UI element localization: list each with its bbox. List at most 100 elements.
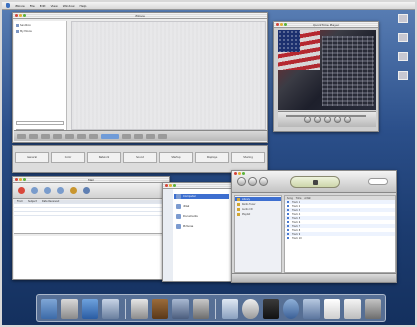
tool-button-9[interactable] bbox=[134, 133, 143, 139]
stop-icon[interactable] bbox=[323, 116, 331, 123]
reply-icon[interactable] bbox=[31, 187, 38, 194]
compose-icon[interactable] bbox=[70, 187, 77, 194]
mail-titlebar[interactable]: Mail bbox=[13, 177, 169, 183]
rewind-icon[interactable] bbox=[303, 116, 311, 123]
menu-view[interactable]: View bbox=[51, 4, 58, 8]
video-scrubber[interactable] bbox=[286, 115, 366, 117]
finder-item-computer[interactable]: Computer bbox=[174, 194, 229, 199]
pref-cell-sharing[interactable]: Sharing bbox=[231, 152, 265, 163]
column-artist[interactable]: Artist bbox=[304, 197, 310, 200]
pref-cell-network[interactable]: Network bbox=[87, 152, 121, 163]
menu-file[interactable]: File bbox=[30, 4, 35, 8]
tool-button-7[interactable] bbox=[89, 133, 98, 139]
tool-button-6[interactable] bbox=[77, 133, 86, 139]
next-icon[interactable] bbox=[259, 177, 268, 186]
apple-menu-icon[interactable] bbox=[6, 3, 10, 8]
tool-button-active[interactable] bbox=[101, 133, 119, 139]
zoom-icon[interactable] bbox=[173, 184, 176, 187]
forward-icon[interactable] bbox=[57, 187, 64, 194]
pref-cell-sound[interactable]: Sound bbox=[123, 152, 157, 163]
fast-forward-icon[interactable] bbox=[333, 116, 341, 123]
play-icon[interactable] bbox=[313, 116, 321, 123]
globe-icon[interactable] bbox=[283, 299, 300, 319]
column-subject[interactable]: Subject bbox=[28, 200, 37, 203]
checkbox-icon[interactable] bbox=[287, 213, 289, 215]
previous-icon[interactable] bbox=[237, 177, 246, 186]
disk-icon[interactable] bbox=[398, 33, 408, 42]
search-input[interactable] bbox=[368, 178, 388, 185]
folder-icon[interactable] bbox=[344, 299, 361, 319]
column-song[interactable]: Song bbox=[287, 197, 293, 200]
delete-icon[interactable] bbox=[18, 187, 25, 194]
close-icon[interactable] bbox=[165, 184, 168, 187]
doc-icon[interactable] bbox=[323, 299, 341, 319]
checkbox-icon[interactable] bbox=[287, 201, 289, 203]
tool-button-2[interactable] bbox=[29, 133, 38, 139]
imovie-icon[interactable] bbox=[131, 299, 148, 319]
tool-button-8[interactable] bbox=[122, 133, 131, 139]
tool-button-1[interactable] bbox=[17, 133, 26, 139]
zoom-icon[interactable] bbox=[242, 172, 245, 175]
mailbox-icon[interactable] bbox=[83, 187, 90, 194]
checkbox-icon[interactable] bbox=[287, 225, 289, 227]
checkbox-icon[interactable] bbox=[287, 221, 289, 223]
checkbox-icon[interactable] bbox=[287, 209, 289, 211]
tool-button-11[interactable] bbox=[158, 133, 167, 139]
tool-button-5[interactable] bbox=[65, 133, 74, 139]
clock-icon[interactable] bbox=[242, 299, 259, 319]
menu-edit[interactable]: Edit bbox=[40, 4, 46, 8]
minimize-icon[interactable] bbox=[169, 184, 172, 187]
source-item-radio[interactable]: Radio Tuner bbox=[235, 202, 281, 206]
itunes-icon[interactable] bbox=[102, 299, 119, 319]
main-window-titlebar[interactable]: iMovie bbox=[13, 13, 267, 19]
source-item-cd[interactable]: Audio CD bbox=[235, 207, 281, 211]
column-time[interactable]: Time bbox=[296, 197, 302, 200]
finder-item-pictures[interactable]: Pictures bbox=[176, 224, 231, 229]
pref-cell-general[interactable]: General bbox=[15, 152, 49, 163]
checkbox-icon[interactable] bbox=[287, 237, 289, 239]
play-icon[interactable] bbox=[248, 177, 257, 186]
finder-item-documents[interactable]: Documents bbox=[176, 214, 231, 219]
finder-item-idisk[interactable]: iDisk bbox=[176, 204, 231, 209]
appstore-icon[interactable] bbox=[303, 299, 320, 319]
tool-button-10[interactable] bbox=[146, 133, 155, 139]
tool-button-4[interactable] bbox=[53, 133, 62, 139]
checkbox-icon[interactable] bbox=[287, 205, 289, 207]
source-item-library[interactable]: Library bbox=[235, 197, 281, 201]
tool-button-3[interactable] bbox=[41, 133, 50, 139]
finder-icon[interactable] bbox=[40, 299, 58, 319]
minimize-icon[interactable] bbox=[238, 172, 241, 175]
folder-icon[interactable] bbox=[398, 71, 408, 80]
editor-canvas[interactable] bbox=[71, 21, 266, 130]
table-row[interactable] bbox=[14, 212, 169, 216]
source-item-playlist[interactable]: Playlist bbox=[235, 212, 281, 216]
sidebar-item-movie[interactable]: My Movie bbox=[16, 29, 64, 33]
pref-cell-startup[interactable]: Startup bbox=[159, 152, 193, 163]
checkbox-icon[interactable] bbox=[287, 233, 289, 235]
close-icon[interactable] bbox=[234, 172, 237, 175]
document-icon[interactable] bbox=[398, 52, 408, 61]
column-from[interactable]: From bbox=[17, 200, 23, 203]
terminal-icon[interactable] bbox=[262, 299, 280, 319]
menu-window[interactable]: Window bbox=[63, 4, 75, 8]
pref-cell-color[interactable]: Color bbox=[51, 152, 85, 163]
checkbox-icon[interactable] bbox=[287, 217, 289, 219]
table-row[interactable]: Track 10 bbox=[285, 236, 395, 240]
sidebar-field-1[interactable] bbox=[16, 121, 64, 125]
mail-preview-pane[interactable] bbox=[14, 236, 169, 279]
pref-cell-displays[interactable]: Displays bbox=[195, 152, 229, 163]
video-player-titlebar[interactable]: QuickTime Player bbox=[274, 22, 378, 28]
column-date[interactable]: Date Received bbox=[42, 200, 59, 203]
quicktime-icon[interactable] bbox=[172, 299, 189, 319]
system-prefs-icon[interactable] bbox=[192, 299, 209, 319]
mail-icon[interactable] bbox=[61, 299, 78, 319]
checkbox-icon[interactable] bbox=[287, 229, 289, 231]
ie-icon[interactable] bbox=[81, 299, 99, 319]
video-frame[interactable] bbox=[278, 30, 376, 110]
reply-all-icon[interactable] bbox=[44, 187, 51, 194]
hard-drive-icon[interactable] bbox=[398, 14, 408, 23]
sherlock-icon[interactable] bbox=[221, 299, 239, 319]
menu-help[interactable]: Help bbox=[80, 4, 87, 8]
menu-app[interactable]: iMovie bbox=[15, 4, 25, 8]
sidebar-item-sandbox[interactable]: Sandbox bbox=[16, 23, 64, 27]
